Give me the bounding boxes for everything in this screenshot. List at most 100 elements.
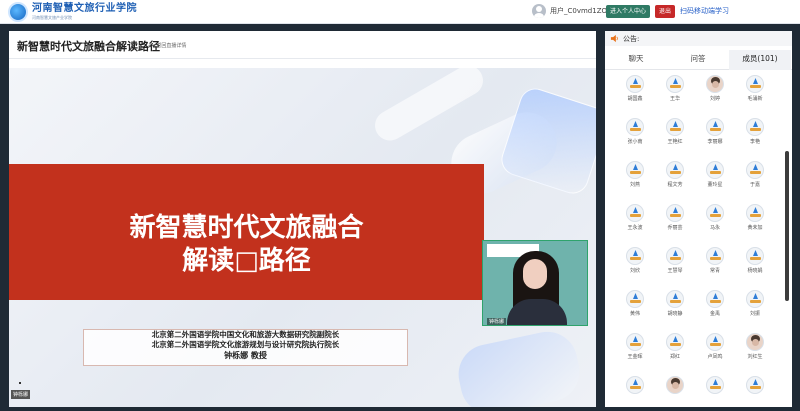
- member-avatar-icon: [706, 75, 724, 93]
- slide-title-band: 新智慧时代文旅融合 解读□路径: [9, 164, 484, 300]
- member-item[interactable]: 刘婷: [695, 75, 735, 105]
- slide-title-line2: 解读□路径: [182, 246, 311, 276]
- author-name: 钟栎娜 教授: [224, 351, 267, 360]
- member-item[interactable]: 程文芳: [655, 161, 695, 191]
- member-item[interactable]: 于嘉: [735, 161, 775, 191]
- member-avatar-icon: [706, 376, 724, 394]
- member-item[interactable]: 李艳: [735, 118, 775, 148]
- live-stage: 新智慧时代文旅融合解读路径 <<返回直播详情 新智慧时代文旅融合 解读□路径 北…: [9, 31, 596, 407]
- member-item[interactable]: 乔丽芸: [655, 204, 695, 234]
- member-item[interactable]: [655, 376, 695, 406]
- member-avatar-icon: [666, 376, 684, 394]
- member-item[interactable]: 李丽娜: [695, 118, 735, 148]
- member-name: 胡国鑫: [627, 96, 643, 102]
- member-avatar-icon: [626, 290, 644, 308]
- member-avatar-icon: [626, 161, 644, 179]
- member-item[interactable]: 王慧琴: [655, 247, 695, 277]
- presentation-slide: 新智慧时代文旅融合 解读□路径 北京第二外国语学院中国文化和旅游大数据研究院副院…: [9, 68, 596, 407]
- member-avatar-icon: [706, 333, 724, 351]
- member-avatar-icon: [666, 161, 684, 179]
- member-name: 刘婷: [709, 96, 720, 102]
- member-name: 刘燕: [629, 182, 640, 188]
- member-avatar-icon: [746, 333, 764, 351]
- personal-center-button[interactable]: 进入个人中心: [606, 5, 651, 18]
- site-logo[interactable]: 河南智慧文旅行业学院 河南智慧文旅产业学院: [8, 2, 137, 22]
- member-avatar-icon: [746, 204, 764, 222]
- member-item[interactable]: 毛涌新: [735, 75, 775, 105]
- member-item[interactable]: 王永波: [615, 204, 655, 234]
- member-avatar-icon: [626, 247, 644, 265]
- member-avatar-icon: [746, 290, 764, 308]
- exit-button[interactable]: 退出: [655, 5, 676, 18]
- member-avatar-icon: [706, 118, 724, 136]
- member-avatar-icon: [666, 290, 684, 308]
- member-item[interactable]: [615, 376, 655, 406]
- member-avatar-icon: [706, 290, 724, 308]
- member-item[interactable]: 刘燕: [615, 161, 655, 191]
- member-name: 毛涌新: [747, 96, 763, 102]
- cursor-dot: [19, 382, 21, 384]
- member-name: 郑红: [669, 354, 680, 360]
- scan-mobile-link[interactable]: 扫码移动端学习: [680, 6, 729, 16]
- logo-subtitle: 河南智慧文旅产业学院: [32, 15, 72, 20]
- member-name: 刘红生: [747, 354, 763, 360]
- member-avatar-icon: [666, 75, 684, 93]
- decor-glass-shape: [453, 326, 585, 407]
- member-name: 张小南: [627, 139, 643, 145]
- member-item[interactable]: 刘欣: [615, 247, 655, 277]
- member-avatar-icon: [706, 161, 724, 179]
- webcam-name-label: 钟栎娜: [487, 318, 507, 325]
- member-item[interactable]: 金禹: [695, 290, 735, 320]
- tab-chat[interactable]: 聊天: [605, 50, 667, 70]
- member-item[interactable]: 张小南: [615, 118, 655, 148]
- presenter-webcam[interactable]: 钟栎娜: [482, 240, 588, 326]
- member-name: 常青: [709, 268, 720, 274]
- member-name: 于嘉: [749, 182, 760, 188]
- tab-qa[interactable]: 问答: [667, 50, 729, 70]
- member-avatar-icon: [706, 247, 724, 265]
- announcement-label: 公告:: [623, 35, 640, 43]
- member-item[interactable]: 王华: [655, 75, 695, 105]
- member-avatar-icon: [746, 75, 764, 93]
- member-list-scrollbar[interactable]: [785, 151, 789, 301]
- member-item[interactable]: 王金晖: [615, 333, 655, 363]
- member-item[interactable]: 刘红生: [735, 333, 775, 363]
- back-to-live-detail-link[interactable]: <<返回直播详情: [148, 42, 186, 49]
- member-avatar-icon: [666, 204, 684, 222]
- member-name: 王慧琴: [667, 268, 683, 274]
- member-name: 王艳红: [667, 139, 683, 145]
- member-avatar-icon: [626, 75, 644, 93]
- member-name: 李艳: [749, 139, 760, 145]
- member-name: 黄伟: [629, 311, 640, 317]
- member-item[interactable]: 刘振: [735, 290, 775, 320]
- member-avatar-icon: [626, 333, 644, 351]
- tab-members[interactable]: 成员(101): [729, 50, 791, 70]
- user-avatar-icon[interactable]: [532, 4, 546, 18]
- member-avatar-icon: [666, 118, 684, 136]
- member-item[interactable]: 王艳红: [655, 118, 695, 148]
- member-avatar-icon: [746, 247, 764, 265]
- logo-text: 河南智慧文旅行业学院 河南智慧文旅产业学院: [32, 4, 137, 20]
- member-item[interactable]: 杨晓娟: [735, 247, 775, 277]
- member-name: 刘振: [749, 311, 760, 317]
- member-avatar-icon: [746, 376, 764, 394]
- logo-emblem-icon: [8, 2, 28, 22]
- member-item[interactable]: 黄伟: [615, 290, 655, 320]
- member-item[interactable]: 黄未加: [735, 204, 775, 234]
- member-item[interactable]: 胡晓静: [655, 290, 695, 320]
- member-avatar-icon: [706, 204, 724, 222]
- member-item[interactable]: [735, 376, 775, 406]
- member-item[interactable]: 常青: [695, 247, 735, 277]
- member-item[interactable]: [695, 376, 735, 406]
- member-item[interactable]: 马永: [695, 204, 735, 234]
- member-name: 卢凤鸣: [707, 354, 723, 360]
- member-item[interactable]: 郑红: [655, 333, 695, 363]
- member-name: 胡晓静: [667, 311, 683, 317]
- member-name: 金禹: [709, 311, 720, 317]
- member-item[interactable]: 董玲星: [695, 161, 735, 191]
- side-panel: 公告: 聊天 问答 成员(101) 胡国鑫 王华 刘婷 毛涌新张小南 王艳红 李丽娜 李艳刘…: [605, 31, 792, 407]
- member-avatar-icon: [666, 247, 684, 265]
- member-name: 王永波: [627, 225, 643, 231]
- member-item[interactable]: 卢凤鸣: [695, 333, 735, 363]
- member-item[interactable]: 胡国鑫: [615, 75, 655, 105]
